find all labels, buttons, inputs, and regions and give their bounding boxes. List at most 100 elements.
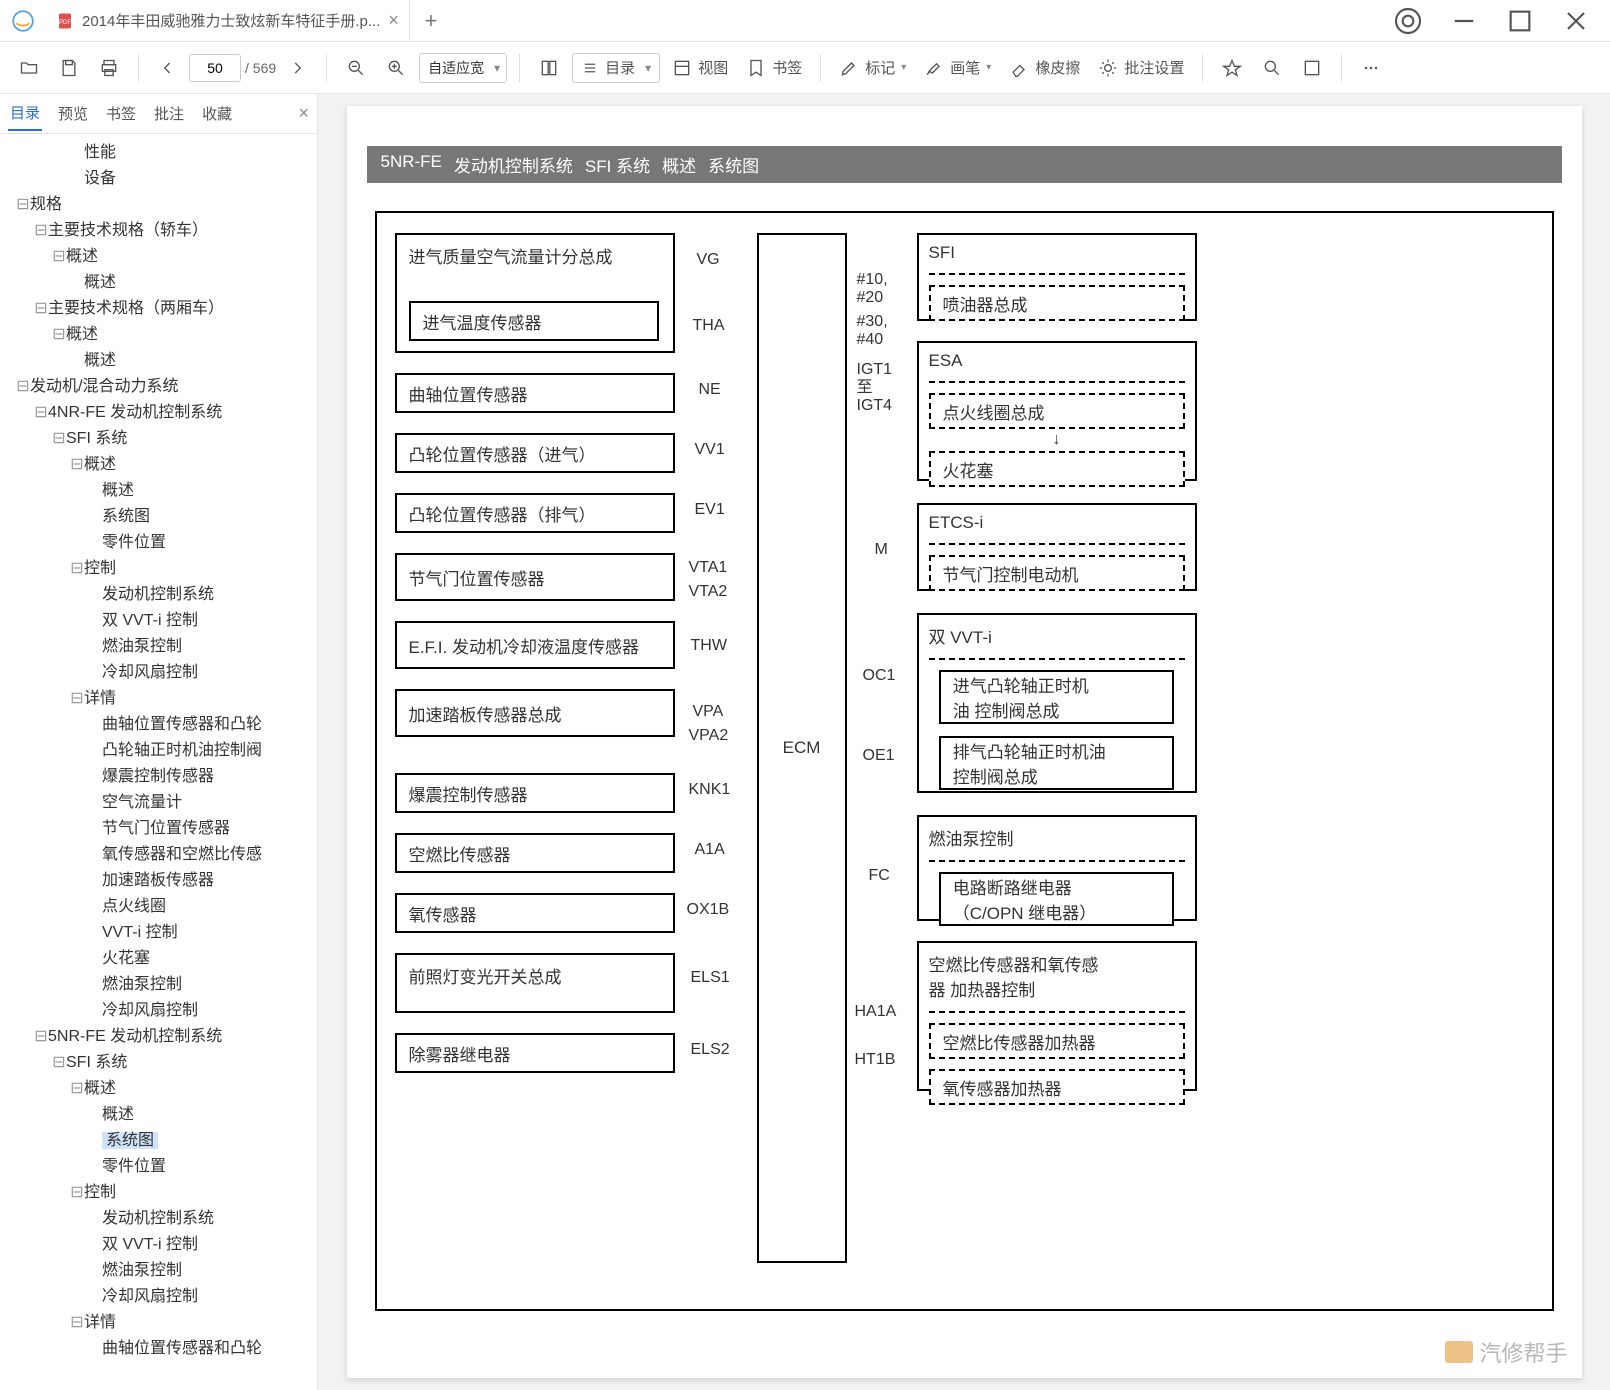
bookmark-button[interactable]: 书签 xyxy=(740,51,808,85)
close-tab-icon[interactable]: × xyxy=(388,10,399,31)
close-sidebar-icon[interactable]: × xyxy=(298,103,309,124)
tab-title: 2014年丰田威驰雅力士致炫新车特征手册.p... xyxy=(82,10,380,31)
prev-page-button[interactable] xyxy=(151,51,185,85)
toc-item[interactable]: 空气流量计 xyxy=(102,794,182,811)
toc-item[interactable]: 冷却风扇控制 xyxy=(102,1288,198,1305)
toc-item[interactable]: 发动机控制系统 xyxy=(102,1210,214,1227)
print-button[interactable] xyxy=(92,51,126,85)
toc-item[interactable]: 5NR-FE 发动机控制系统 xyxy=(48,1028,222,1045)
knock-box: 爆震控制传感器 xyxy=(395,773,675,813)
toc-item[interactable]: 概述 xyxy=(66,326,98,343)
thumbnail-button[interactable] xyxy=(1295,51,1329,85)
minimize-icon[interactable] xyxy=(1448,5,1480,37)
toc-item[interactable]: 凸轮轴正时机油控制阀 xyxy=(102,742,262,759)
toc-item[interactable]: 详情 xyxy=(84,690,116,707)
ecm-box: ECM xyxy=(757,233,847,1263)
toc-item[interactable]: 燃油泵控制 xyxy=(102,1262,182,1279)
annotation-settings-button[interactable]: 批注设置 xyxy=(1092,51,1190,85)
toc-item[interactable]: 系统图 xyxy=(102,508,150,525)
toc-item[interactable]: 发动机控制系统 xyxy=(102,586,214,603)
toc-item-selected[interactable]: 系统图 xyxy=(102,1132,158,1149)
close-window-icon[interactable] xyxy=(1560,5,1592,37)
cam-in-box: 凸轮位置传感器（进气） xyxy=(395,433,675,473)
toc-item[interactable]: VVT-i 控制 xyxy=(102,924,178,941)
toc-item[interactable]: 规格 xyxy=(30,196,62,213)
page-input[interactable] xyxy=(189,54,241,82)
crank-box: 曲轴位置传感器 xyxy=(395,373,675,413)
sidetab-preview[interactable]: 预览 xyxy=(56,97,90,130)
sidetab-bookmark[interactable]: 书签 xyxy=(104,97,138,130)
toc-item[interactable]: 曲轴位置传感器和凸轮 xyxy=(102,716,262,733)
toc-item[interactable]: 概述 xyxy=(66,248,98,265)
more-button[interactable] xyxy=(1354,51,1388,85)
toc-item[interactable]: 双 VVT-i 控制 xyxy=(102,612,198,629)
toc-tree[interactable]: 性能 设备 ⊟规格 ⊟主要技术规格（轿车） ⊟概述 概述 ⊟主要技术规格（两厢车… xyxy=(0,134,317,1390)
sidetab-fav[interactable]: 收藏 xyxy=(200,97,234,130)
toc-item[interactable]: 曲轴位置传感器和凸轮 xyxy=(102,1340,262,1357)
tree-toggle-icon[interactable]: ⊟ xyxy=(16,192,30,218)
toc-item[interactable]: 设备 xyxy=(84,170,116,187)
toc-item[interactable]: 详情 xyxy=(84,1314,116,1331)
zoom-in-button[interactable] xyxy=(379,51,413,85)
toc-item[interactable]: 概述 xyxy=(102,1106,134,1123)
toc-item[interactable]: 主要技术规格（两厢车） xyxy=(48,300,224,317)
app-box: 加速踏板传感器总成 xyxy=(395,689,675,737)
sidetab-annot[interactable]: 批注 xyxy=(152,97,186,130)
toc-item[interactable]: 火花塞 xyxy=(102,950,150,967)
headlight-box: 前照灯变光开关总成 xyxy=(395,953,675,1013)
toc-item[interactable]: 燃油泵控制 xyxy=(102,976,182,993)
toc-item[interactable]: 氧传感器和空燃比传感 xyxy=(102,846,262,863)
toc-item[interactable]: 节气门位置传感器 xyxy=(102,820,230,837)
toc-item[interactable]: 零件位置 xyxy=(102,1158,166,1175)
layout-icon[interactable] xyxy=(532,51,566,85)
toc-item[interactable]: 概述 xyxy=(84,352,116,369)
zoom-mode-select[interactable]: 自适应宽 xyxy=(419,53,507,83)
app-logo-icon xyxy=(6,4,40,38)
pdf-page: 5NR-FE 发动机控制系统 SFI 系统 概述 系统图 ECM 进气质量空气流… xyxy=(347,106,1582,1378)
toc-item[interactable]: 概述 xyxy=(102,482,134,499)
toc-item[interactable]: 发动机/混合动力系统 xyxy=(30,378,178,395)
toc-item[interactable]: 双 VVT-i 控制 xyxy=(102,1236,198,1253)
toc-item[interactable]: 冷却风扇控制 xyxy=(102,1002,198,1019)
new-tab-button[interactable]: + xyxy=(410,8,452,34)
toc-item[interactable]: 概述 xyxy=(84,1080,116,1097)
toc-dropdown-button[interactable]: 目录 xyxy=(572,53,660,83)
next-page-button[interactable] xyxy=(280,51,314,85)
tps-box: 节气门位置传感器 xyxy=(395,553,675,601)
toc-item[interactable]: 主要技术规格（轿车） xyxy=(48,222,208,239)
sidetab-toc[interactable]: 目录 xyxy=(8,96,42,131)
toc-item[interactable]: 点火线圈 xyxy=(102,898,166,915)
toc-item[interactable]: 4NR-FE 发动机控制系统 xyxy=(48,404,222,421)
annotate-button[interactable]: 标记▾ xyxy=(833,51,912,85)
toc-item[interactable]: SFI 系统 xyxy=(66,430,127,447)
favorite-button[interactable] xyxy=(1215,51,1249,85)
maximize-icon[interactable] xyxy=(1504,5,1536,37)
toc-item[interactable]: 性能 xyxy=(84,144,116,161)
save-button[interactable] xyxy=(52,51,86,85)
search-button[interactable] xyxy=(1255,51,1289,85)
toc-item[interactable]: 加速踏板传感器 xyxy=(102,872,214,889)
heater-group: 空燃比传感器和氧传感 器 加热器控制 空燃比传感器加热器 氧传感器加热器 xyxy=(917,941,1197,1091)
settings-icon[interactable] xyxy=(1392,5,1424,37)
toc-item[interactable]: 爆震控制传感器 xyxy=(102,768,214,785)
eraser-button[interactable]: 橡皮擦 xyxy=(1003,51,1086,85)
open-file-button[interactable] xyxy=(12,51,46,85)
toc-item[interactable]: SFI 系统 xyxy=(66,1054,127,1071)
toc-item[interactable]: 控制 xyxy=(84,560,116,577)
brush-button[interactable]: 画笔▾ xyxy=(918,51,997,85)
toc-item[interactable]: 概述 xyxy=(84,456,116,473)
page-viewport[interactable]: 5NR-FE 发动机控制系统 SFI 系统 概述 系统图 ECM 进气质量空气流… xyxy=(318,94,1610,1390)
toc-item[interactable]: 燃油泵控制 xyxy=(102,638,182,655)
toc-item[interactable]: 冷却风扇控制 xyxy=(102,664,198,681)
defog-box: 除雾器继电器 xyxy=(395,1033,675,1073)
toc-item[interactable]: 零件位置 xyxy=(102,534,166,551)
zoom-out-button[interactable] xyxy=(339,51,373,85)
view-button[interactable]: 视图 xyxy=(666,51,734,85)
fuel-pump-group: 燃油泵控制 电路断路继电器 （C/OPN 继电器） xyxy=(917,815,1197,921)
system-diagram: ECM 进气质量空气流量计分总成 进气温度传感器 曲轴位置传感器 凸轮位置传感器… xyxy=(375,211,1554,1311)
ect-box: E.F.I. 发动机冷却液温度传感器 xyxy=(395,621,675,669)
document-tab[interactable]: PDF 2014年丰田威驰雅力士致炫新车特征手册.p... × xyxy=(46,0,410,42)
toc-item[interactable]: 概述 xyxy=(84,274,116,291)
etcs-group: ETCS-i 节气门控制电动机 xyxy=(917,503,1197,591)
toc-item[interactable]: 控制 xyxy=(84,1184,116,1201)
